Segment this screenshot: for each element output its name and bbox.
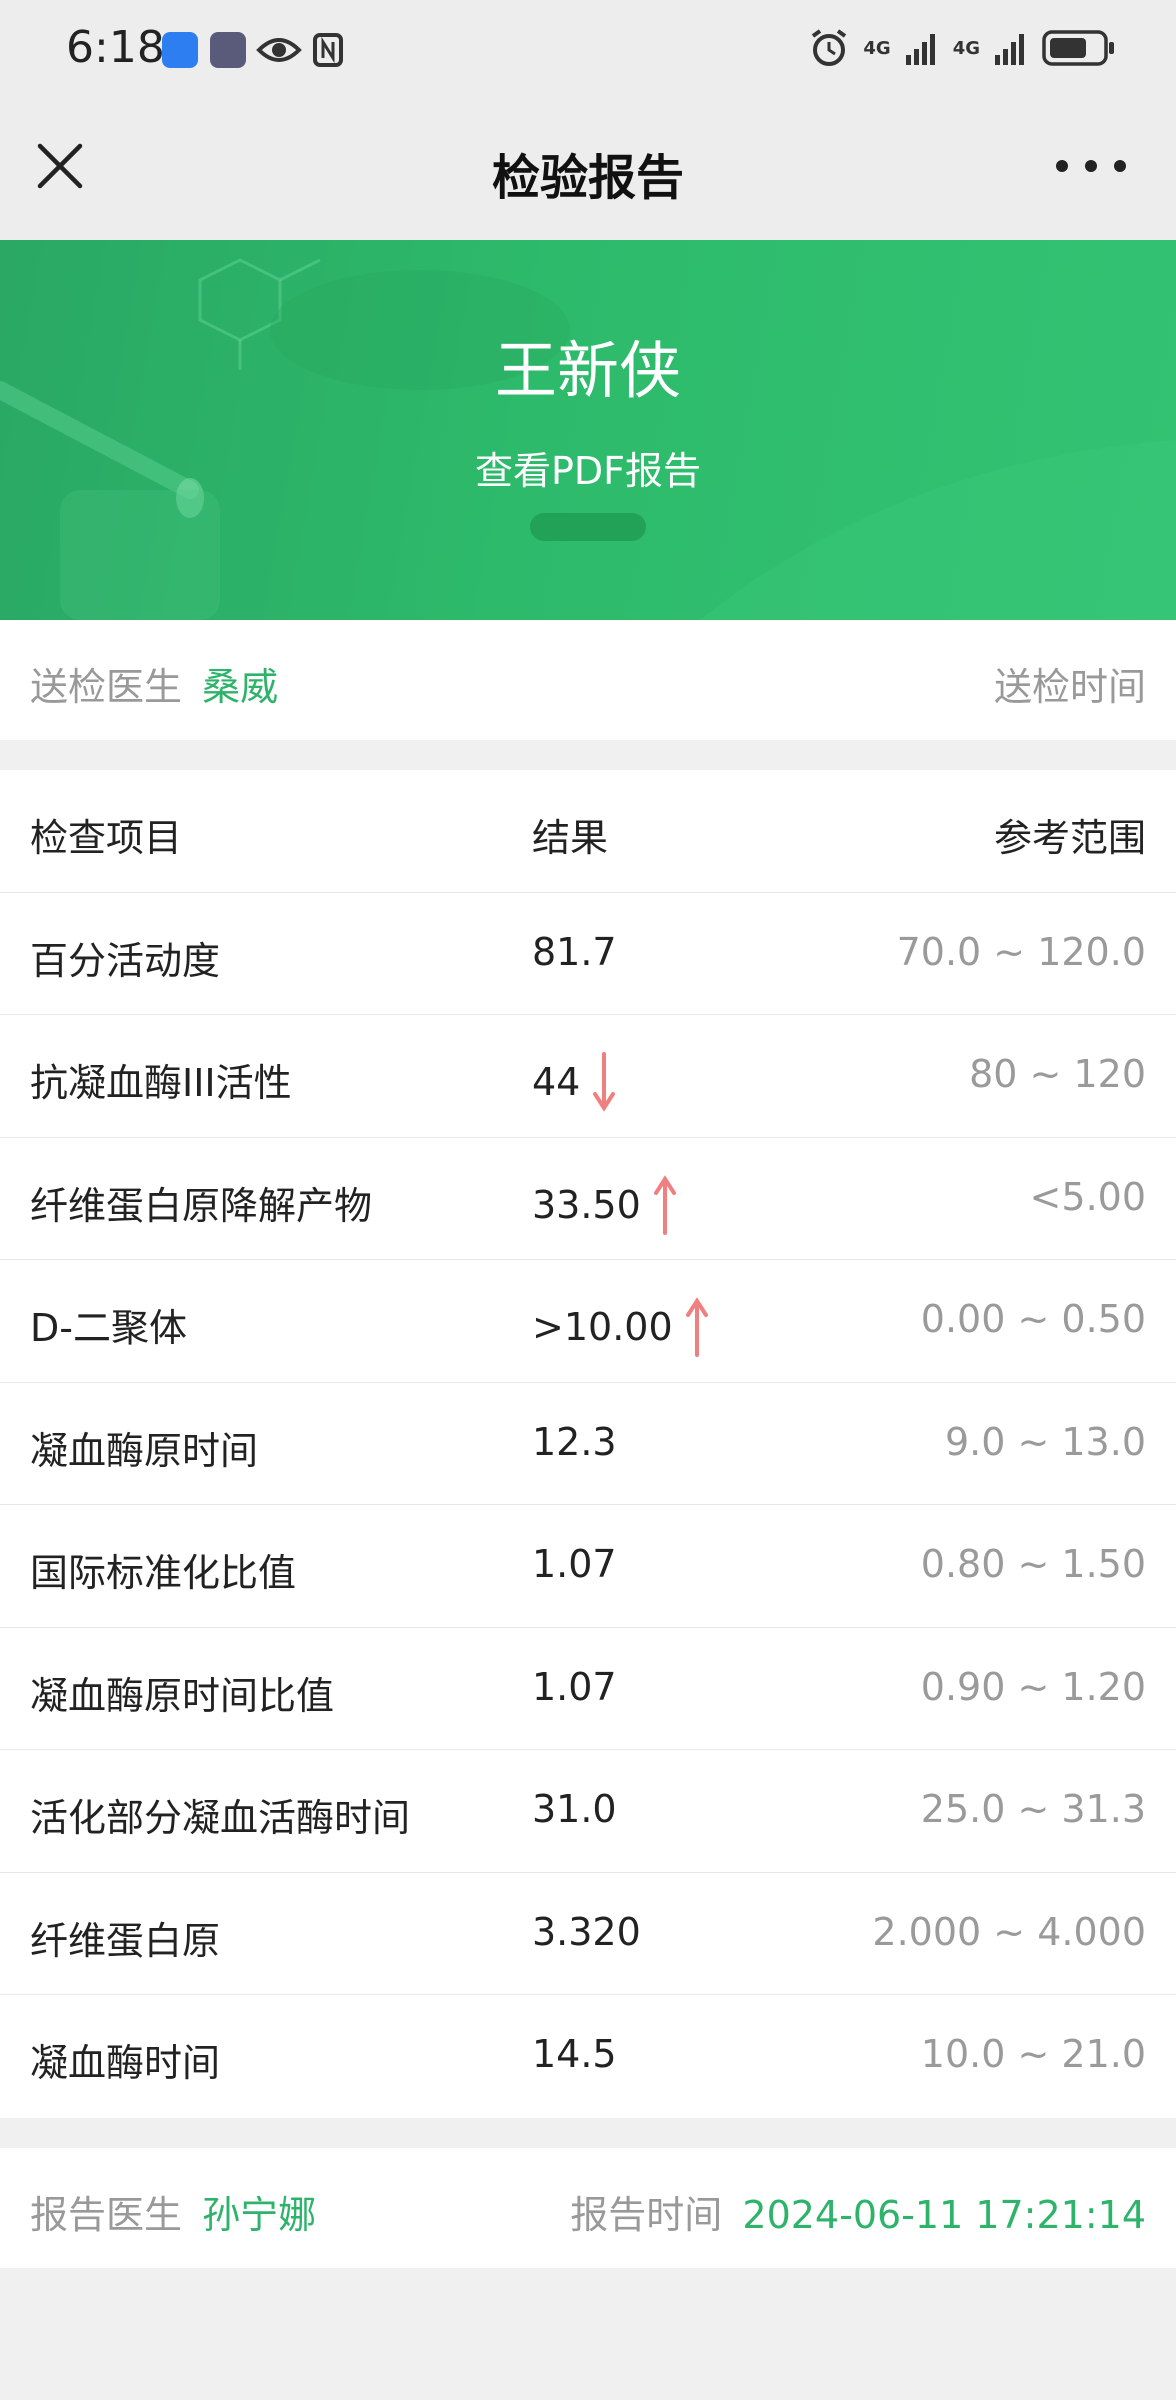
table-row: 凝血酶原时间 12.3 9.0 ~ 13.0: [0, 1383, 1176, 1505]
arrow-down-icon: [593, 1052, 616, 1112]
header-result: 结果: [532, 816, 609, 860]
result-cell: 33.50: [532, 1174, 677, 1235]
nav-bar: 检验报告: [0, 100, 1176, 240]
report-time-label: 报告时间: [570, 2193, 723, 2237]
result-cell: >10.00: [532, 1297, 709, 1357]
report-doctor: 报告医生 孙宁娜: [30, 2184, 316, 2239]
network-type-1: 4G: [863, 37, 891, 59]
report-time: 报告时间 2024-06-11 17:21:14: [570, 2184, 1146, 2239]
signal-icon-1: [905, 34, 935, 65]
report-time-value: 2024-06-11 17:21:14: [742, 2193, 1146, 2237]
item-name: D-二聚体: [30, 1306, 187, 1350]
table-body: 百分活动度 81.7 70.0 ~ 120.0 抗凝血酶III活性 44 80 ~ 120…: [0, 893, 1176, 2118]
submitting-doctor-row: 送检医生 桑威 送检时间: [0, 620, 1176, 740]
dot-icon: [1056, 160, 1068, 172]
result-value: 81.7: [532, 929, 617, 974]
status-bar: 6:18 4G 4G: [0, 0, 1176, 100]
result-cell: 81.7: [532, 930, 617, 974]
result-value: 12.3: [532, 1419, 617, 1464]
more-options-button[interactable]: [1056, 146, 1126, 186]
item-name: 凝血酶时间: [30, 2041, 221, 2085]
alarm-icon: [812, 29, 847, 66]
table-row: 抗凝血酶III活性 44 80 ~ 120: [0, 1015, 1176, 1138]
reference-range: 10.0 ~ 21.0: [920, 2032, 1146, 2076]
result-cell: 44: [532, 1052, 616, 1112]
signal-icon-2: [995, 34, 1024, 65]
result-cell: 31.0: [532, 1787, 617, 1831]
lab-decoration-image: [0, 258, 1176, 620]
eye-icon: [256, 38, 302, 62]
patient-banner: 王新侠 查看PDF报告: [0, 240, 1176, 620]
header-item: 检查项目: [30, 816, 183, 860]
network-type-2: 4G: [952, 37, 980, 59]
item-name: 纤维蛋白原: [30, 1918, 221, 1963]
result-value: 1.07: [532, 1542, 617, 1586]
result-cell: 12.3: [532, 1420, 617, 1464]
result-cell: 1.07: [532, 1542, 617, 1586]
result-value: 44: [532, 1060, 581, 1104]
battery-icon: [1042, 30, 1114, 66]
item-name: 国际标准化比值: [30, 1551, 297, 1595]
dot-icon: [1085, 160, 1097, 172]
report-doctor-row: 报告医生 孙宁娜 报告时间 2024-06-11 17:21:14: [0, 2148, 1176, 2268]
result-value: 33.50: [532, 1182, 641, 1227]
table-row: 活化部分凝血活酶时间 31.0 25.0 ~ 31.3: [0, 1750, 1176, 1873]
results-table: 检查项目 结果 参考范围 百分活动度 81.7 70.0 ~ 120.0 抗凝血酶II…: [0, 770, 1176, 2118]
reference-range: 25.0 ~ 31.3: [920, 1787, 1146, 1831]
item-name: 百分活动度: [30, 938, 221, 983]
status-time: 6:18: [66, 22, 165, 73]
result-cell: 14.5: [532, 2032, 617, 2076]
item-name: 凝血酶原时间: [30, 1428, 259, 1473]
submitting-doctor-name: 桑威: [202, 665, 279, 709]
table-header: 检查项目 结果 参考范围: [0, 770, 1176, 893]
arrow-up-icon: [653, 1174, 676, 1235]
reference-range: 80 ~ 120: [969, 1052, 1146, 1096]
result-cell: 1.07: [532, 1665, 617, 1709]
dot-icon: [1114, 160, 1126, 172]
app-notification-icon-2: [210, 32, 246, 68]
table-row: 凝血酶原时间比值 1.07 0.90 ~ 1.20: [0, 1628, 1176, 1750]
submitting-doctor-label: 送检医生: [30, 665, 183, 709]
app-notification-icon: [162, 32, 198, 68]
table-row: 纤维蛋白原 3.320 2.000 ~ 4.000: [0, 1873, 1176, 1995]
item-name: 抗凝血酶III活性: [30, 1061, 292, 1105]
reference-range: <5.00: [1029, 1174, 1146, 1219]
table-row: 凝血酶时间 14.5 10.0 ~ 21.0: [0, 1995, 1176, 2118]
pdf-indicator-bar: [530, 513, 646, 541]
reference-range: 2.000 ~ 4.000: [872, 1909, 1146, 1954]
reference-range: 0.00 ~ 0.50: [920, 1297, 1146, 1341]
submit-time-label: 送检时间: [993, 665, 1146, 709]
submitting-doctor: 送检医生 桑威: [30, 656, 278, 711]
result-value: 31.0: [532, 1787, 617, 1831]
header-range: 参考范围: [993, 816, 1146, 860]
table-row: 百分活动度 81.7 70.0 ~ 120.0: [0, 893, 1176, 1015]
item-name: 活化部分凝血活酶时间: [30, 1796, 411, 1840]
result-value: 1.07: [532, 1664, 617, 1709]
reference-range: 0.90 ~ 1.20: [920, 1664, 1146, 1709]
result-value: 3.320: [532, 1909, 641, 1954]
status-right-group: 4G 4G: [809, 28, 1116, 68]
table-row: D-二聚体 >10.00 0.00 ~ 0.50: [0, 1260, 1176, 1383]
result-cell: 3.320: [532, 1910, 641, 1954]
table-row: 国际标准化比值 1.07 0.80 ~ 1.50: [0, 1505, 1176, 1628]
nfc-icon: [313, 33, 343, 67]
item-name: 纤维蛋白原降解产物: [30, 1183, 373, 1228]
item-name: 凝血酶原时间比值: [30, 1673, 335, 1718]
report-doctor-name: 孙宁娜: [202, 2193, 317, 2237]
view-pdf-link[interactable]: 查看PDF报告: [0, 440, 1176, 495]
page-title: 检验报告: [491, 150, 684, 206]
patient-name: 王新侠: [494, 334, 681, 407]
reference-range: 9.0 ~ 13.0: [944, 1419, 1146, 1464]
reference-range: 70.0 ~ 120.0: [896, 929, 1146, 974]
result-value: >10.00: [532, 1305, 673, 1349]
reference-range: 0.80 ~ 1.50: [920, 1542, 1146, 1586]
table-row: 纤维蛋白原降解产物 33.50 <5.00: [0, 1138, 1176, 1260]
arrow-up-icon: [685, 1297, 708, 1357]
result-value: 14.5: [532, 2032, 617, 2076]
report-doctor-label: 报告医生: [30, 2193, 183, 2237]
